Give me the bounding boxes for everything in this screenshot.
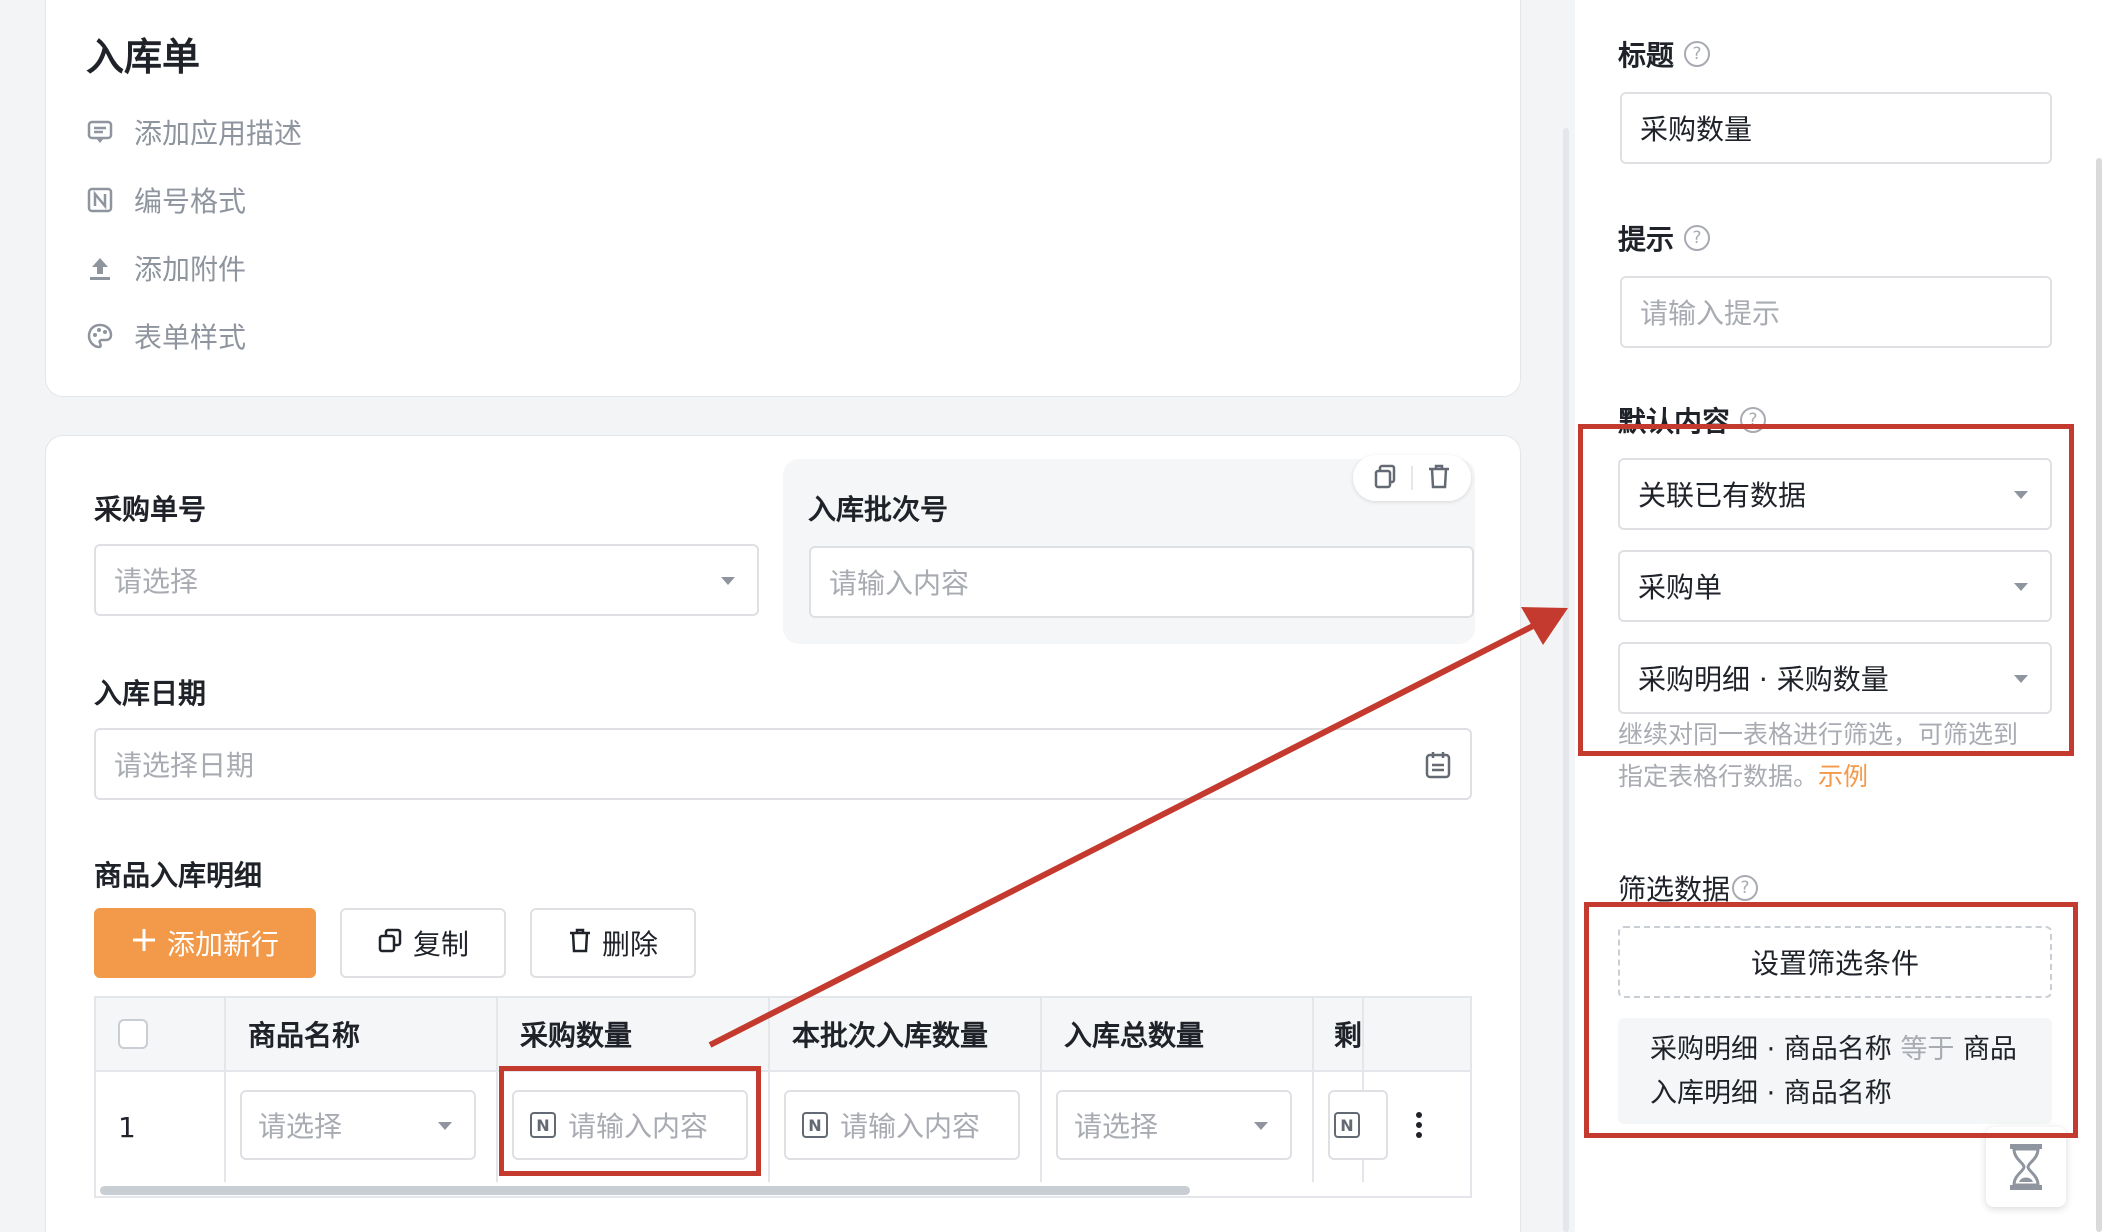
copy-icon [377,927,403,960]
table-cell-batch-qty: N 请输入内容 [770,1072,1042,1182]
table-horizontal-scrollbar[interactable] [100,1186,1190,1195]
toolbar-divider [1410,466,1413,490]
total-qty-placeholder: 请选择 [1074,1110,1159,1143]
purchase-no-select[interactable]: 请选择 [94,544,759,616]
annotation-box-purchase-qty [499,1066,761,1176]
table-cell-product: 请选择 [226,1072,498,1182]
purchase-no-placeholder: 请选择 [114,565,199,598]
title-value: 采购数量 [1640,113,1753,146]
delete-row-label: 删除 [601,928,658,961]
calendar-icon [1424,750,1452,787]
help-icon[interactable]: ? [1732,875,1759,901]
palette-icon [86,322,114,350]
help-icon[interactable]: ? [1684,41,1711,67]
row-more-button[interactable] [1364,1072,1470,1182]
add-attachment-label: 添加附件 [134,253,247,286]
table-header-total-qty: 入库总数量 [1042,998,1314,1072]
number-format-label: 编号格式 [134,185,247,218]
trash-icon [568,927,592,960]
add-attachment-link[interactable]: 添加附件 [86,248,246,288]
table-header-batch-qty: 本批次入库数量 [770,998,1042,1072]
trash-icon[interactable] [1426,463,1452,493]
example-link[interactable]: 示例 [1818,762,1868,791]
chevron-down-icon [1254,1122,1268,1130]
annotation-box-filter [1584,902,2078,1138]
hint-placeholder: 请输入提示 [1640,297,1781,330]
date-placeholder: 请选择日期 [114,749,255,782]
form-style-link[interactable]: 表单样式 [86,316,246,356]
table-cell-total-qty: 请选择 [1042,1072,1314,1182]
hourglass-icon[interactable] [1986,1127,2066,1207]
chevron-down-icon [721,577,735,585]
plus-icon [131,927,157,960]
purchase-no-label: 采购单号 [94,493,207,526]
table-cell-remaining: N [1314,1072,1388,1182]
number-format-icon [86,186,114,214]
date-label: 入库日期 [94,677,207,710]
copy-icon[interactable] [1372,463,1398,493]
date-picker[interactable]: 请选择日期 [94,728,1472,800]
hint-label-text: 提示 [1618,223,1675,256]
add-row-label: 添加新行 [166,928,279,961]
hint-label: 提示 ? [1618,218,1711,258]
product-select[interactable]: 请选择 [240,1090,476,1160]
default-hint-text: 指定表格行数据。 [1618,762,1819,791]
canvas-scrollbar[interactable] [1563,128,1569,1232]
row-index: 1 [96,1072,226,1182]
panel-scrollbar[interactable] [2096,158,2102,1232]
batch-no-input[interactable]: 请输入内容 [809,546,1474,618]
add-description-link[interactable]: 添加应用描述 [86,112,302,152]
form-info-card [45,0,1521,397]
form-style-label: 表单样式 [134,321,247,354]
detail-table: 商品名称 采购数量 本批次入库数量 入库总数量 剩 1 请选择 N 请输入内容 … [94,996,1472,1198]
delete-row-button[interactable]: 删除 [530,908,696,978]
add-description-label: 添加应用描述 [134,117,303,150]
add-row-button[interactable]: 添加新行 [94,908,316,978]
batch-qty-input[interactable]: N 请输入内容 [784,1090,1020,1160]
number-format-link[interactable]: 编号格式 [86,180,246,220]
title-label: 标题 ? [1618,34,1711,74]
form-title: 入库单 [86,35,201,79]
batch-no-label: 入库批次号 [808,493,949,526]
copy-row-label: 复制 [412,928,469,961]
detail-label: 商品入库明细 [94,859,263,892]
batch-no-placeholder: 请输入内容 [829,567,970,600]
help-icon[interactable]: ? [1684,225,1711,251]
table-header-actions [1364,998,1470,1072]
annotation-box-default-content [1578,424,2074,756]
title-input[interactable]: 采购数量 [1620,92,2052,164]
copy-row-button[interactable]: 复制 [340,908,506,978]
total-qty-select[interactable]: 请选择 [1056,1090,1292,1160]
upload-icon [86,254,114,282]
field-toolbar [1353,455,1471,501]
comment-icon [86,118,114,146]
table-header-purchase-qty: 采购数量 [498,998,770,1072]
batch-qty-placeholder: 请输入内容 [840,1110,981,1143]
title-label-text: 标题 [1618,39,1675,72]
default-hint-line2: 指定表格行数据。示例 [1618,756,2058,798]
select-all-checkbox[interactable] [118,1019,148,1049]
more-vertical-icon [1415,1111,1423,1143]
chevron-down-icon [438,1122,452,1130]
number-field-icon: N [802,1112,828,1138]
table-header-remaining: 剩 [1314,998,1364,1072]
table-header-product: 商品名称 [226,998,498,1072]
number-field-icon: N [1334,1112,1360,1138]
hint-input[interactable]: 请输入提示 [1620,276,2052,348]
product-placeholder: 请选择 [258,1110,343,1143]
table-header-select [96,998,226,1072]
